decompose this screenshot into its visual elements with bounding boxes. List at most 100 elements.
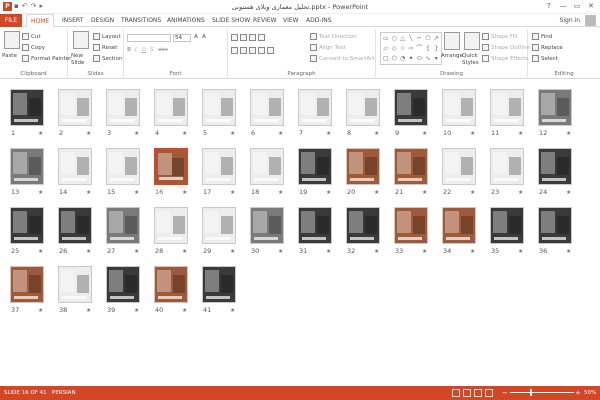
slide-thumbnail[interactable]	[154, 207, 188, 244]
tab-file[interactable]: FILE	[0, 14, 22, 27]
tab-animations[interactable]: ANIMATIONS	[163, 14, 209, 27]
restore-button[interactable]: ▭	[570, 1, 584, 12]
transition-star-icon[interactable]: ★	[86, 130, 91, 137]
zoom-slider-thumb[interactable]	[530, 389, 532, 396]
help-button[interactable]: ?	[542, 1, 556, 12]
slide-thumbnail[interactable]	[154, 266, 188, 303]
zoom-in-button[interactable]: +	[575, 386, 581, 400]
transition-star-icon[interactable]: ★	[518, 189, 523, 196]
transition-star-icon[interactable]: ★	[38, 189, 43, 196]
slide-thumbnail[interactable]	[538, 89, 572, 126]
tab-add-ins[interactable]: ADD-INS	[302, 14, 336, 27]
align-text-button[interactable]: Align Text	[310, 44, 346, 51]
tab-transitions[interactable]: TRANSITIONS	[117, 14, 165, 27]
slide-thumbnail[interactable]	[202, 207, 236, 244]
shape-fill-button[interactable]: Shape Fill	[482, 33, 517, 40]
align-icons[interactable]	[231, 47, 274, 54]
select-button[interactable]: Select	[532, 55, 558, 62]
shapes-gallery[interactable]: ▭ ○ △ ╲ ⌐ ⬠ ↗ ▱ ◇ ☆ ⇨ ⌒{} ▢ ⬡ ◔ ✦ ⬭ ∿ ▾	[380, 32, 442, 65]
tab-review[interactable]: REVIEW	[249, 14, 281, 27]
transition-star-icon[interactable]: ★	[86, 189, 91, 196]
transition-star-icon[interactable]: ★	[278, 248, 283, 255]
zoom-out-button[interactable]: −	[502, 386, 508, 400]
transition-star-icon[interactable]: ★	[182, 130, 187, 137]
transition-star-icon[interactable]: ★	[182, 248, 187, 255]
transition-star-icon[interactable]: ★	[38, 248, 43, 255]
transition-star-icon[interactable]: ★	[470, 189, 475, 196]
tab-home[interactable]: HOME	[26, 14, 55, 28]
tab-slide-show[interactable]: SLIDE SHOW	[208, 14, 254, 27]
slide-thumbnail[interactable]	[442, 207, 476, 244]
font-size-box[interactable]: 54	[173, 34, 191, 42]
zoom-percent[interactable]: 50%	[584, 386, 596, 400]
font-name-box[interactable]	[127, 34, 171, 42]
bold-button[interactable]: B	[127, 47, 131, 53]
section-button[interactable]: Section	[93, 55, 122, 62]
slide-thumbnail[interactable]	[106, 89, 140, 126]
copy-button[interactable]: Copy	[22, 44, 45, 51]
transition-star-icon[interactable]: ★	[134, 130, 139, 137]
transition-star-icon[interactable]: ★	[134, 248, 139, 255]
slide-thumbnail[interactable]	[202, 89, 236, 126]
slide-thumbnail[interactable]	[490, 148, 524, 185]
slide-thumbnail[interactable]	[442, 148, 476, 185]
close-button[interactable]: ✕	[584, 1, 598, 12]
transition-star-icon[interactable]: ★	[326, 130, 331, 137]
transition-star-icon[interactable]: ★	[86, 248, 91, 255]
transition-star-icon[interactable]: ★	[38, 307, 43, 314]
transition-star-icon[interactable]: ★	[86, 307, 91, 314]
new-slide-button[interactable]: New Slide	[71, 53, 93, 67]
transition-star-icon[interactable]: ★	[374, 130, 379, 137]
slide-thumbnail[interactable]	[250, 207, 284, 244]
slide-thumbnail[interactable]	[202, 148, 236, 185]
reading-view-icon[interactable]	[474, 389, 482, 397]
italic-button[interactable]: I	[135, 47, 137, 53]
language-indicator[interactable]: PERSIAN	[52, 386, 76, 400]
slide-thumbnail[interactable]	[10, 207, 44, 244]
slide-thumbnail[interactable]	[394, 89, 428, 126]
slide-thumbnail[interactable]	[10, 89, 44, 126]
transition-star-icon[interactable]: ★	[278, 130, 283, 137]
transition-star-icon[interactable]: ★	[182, 307, 187, 314]
quick-styles-button[interactable]: Quick Styles	[462, 53, 480, 67]
slide-thumbnail[interactable]	[106, 266, 140, 303]
slide-thumbnail[interactable]	[10, 266, 44, 303]
transition-star-icon[interactable]: ★	[230, 248, 235, 255]
slide-thumbnail[interactable]	[346, 148, 380, 185]
grow-font-icon[interactable]: A	[194, 34, 198, 40]
slide-thumbnail[interactable]	[538, 148, 572, 185]
tab-insert[interactable]: INSERT	[58, 14, 87, 27]
slide-thumbnail[interactable]	[106, 148, 140, 185]
shadow-button[interactable]: S	[150, 47, 154, 53]
slide-thumbnail[interactable]	[58, 266, 92, 303]
find-button[interactable]: Find	[532, 33, 552, 40]
underline-button[interactable]: U	[142, 47, 146, 53]
slideshow-view-icon[interactable]	[485, 389, 493, 397]
slide-thumbnail[interactable]	[298, 89, 332, 126]
transition-star-icon[interactable]: ★	[518, 130, 523, 137]
tab-design[interactable]: DESIGN	[87, 14, 118, 27]
slide-thumbnail[interactable]	[538, 207, 572, 244]
transition-star-icon[interactable]: ★	[566, 248, 571, 255]
paste-icon[interactable]	[4, 31, 20, 49]
transition-star-icon[interactable]: ★	[326, 189, 331, 196]
slide-thumbnail[interactable]	[250, 148, 284, 185]
slide-thumbnail[interactable]	[202, 266, 236, 303]
transition-star-icon[interactable]: ★	[134, 307, 139, 314]
arrange-icon[interactable]	[444, 32, 460, 50]
transition-star-icon[interactable]: ★	[422, 248, 427, 255]
slide-thumbnail[interactable]	[346, 207, 380, 244]
transition-star-icon[interactable]: ★	[470, 248, 475, 255]
slide-thumbnail[interactable]	[490, 89, 524, 126]
normal-view-icon[interactable]	[452, 389, 460, 397]
transition-star-icon[interactable]: ★	[374, 248, 379, 255]
transition-star-icon[interactable]: ★	[566, 130, 571, 137]
slide-thumbnail[interactable]	[250, 89, 284, 126]
transition-star-icon[interactable]: ★	[278, 189, 283, 196]
slide-thumbnail[interactable]	[58, 207, 92, 244]
arrange-button[interactable]: Arrange	[441, 53, 463, 59]
sign-in-link[interactable]: Sign in	[560, 17, 580, 24]
strikethrough-button[interactable]: abc	[158, 47, 168, 53]
transition-star-icon[interactable]: ★	[518, 248, 523, 255]
shrink-font-icon[interactable]: A	[202, 34, 206, 40]
